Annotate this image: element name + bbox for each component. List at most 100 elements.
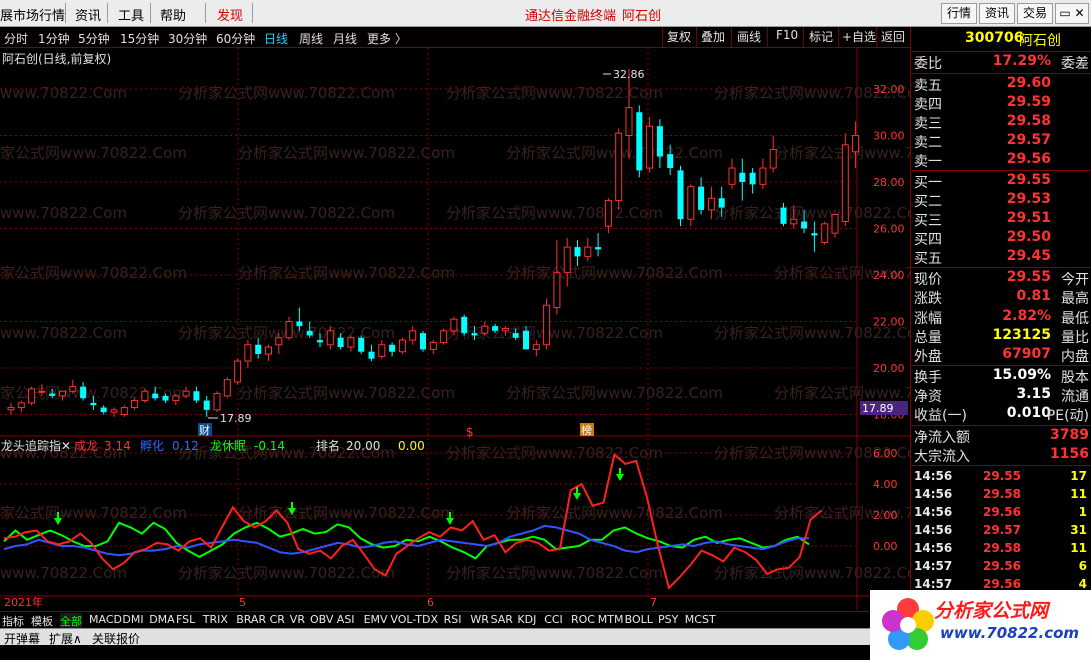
overlay-button[interactable]: 叠加 (701, 28, 725, 45)
bid-label: 买一 (914, 175, 942, 191)
tab-mcst[interactable]: MCST (685, 613, 716, 626)
ask-row: 卖五 29.60 (913, 75, 1091, 94)
candle (698, 177, 705, 215)
mark-button[interactable]: 标记 (809, 28, 833, 45)
period-monthly[interactable]: 月线 (333, 30, 357, 47)
expand-button[interactable]: 扩展∧ (49, 630, 82, 647)
stat-label: 总量 (914, 329, 942, 346)
window-controls[interactable]: ▭ ✕ (1055, 3, 1089, 24)
stat-row: 外盘 67907 内盘 (913, 346, 1091, 365)
menu-discover[interactable]: 发现 (217, 5, 243, 24)
stat-value: 123125 (992, 326, 1051, 343)
kline-chart[interactable]: 分析家公式网www.70822.Com 分析家公式网www.70822.Com 分析… (0, 48, 910, 610)
indicator-sort-icon[interactable]: ✕ (61, 439, 71, 453)
candle (193, 386, 200, 403)
candle (234, 358, 242, 385)
tab-vol-tdx[interactable]: VOL-TDX (390, 613, 438, 626)
tick-row: 14:56 29.57 31 (913, 523, 1091, 541)
bid-value: 29.50 (1006, 229, 1051, 245)
menu-news[interactable]: 资讯 (75, 5, 101, 24)
period-1min[interactable]: 1分钟 (38, 30, 70, 47)
trade-button[interactable]: 交易 (1017, 3, 1053, 24)
price-axis-label: 30.00 (873, 130, 905, 143)
tab-dma[interactable]: DMA (149, 613, 175, 626)
add-watchlist-button[interactable]: +自选 (842, 28, 876, 45)
tab-psy[interactable]: PSY (658, 613, 678, 626)
watermark-text: 分析家公式网www.70822.Com (714, 564, 910, 582)
watermark-text: 分析家公式网www.70822.Com (178, 84, 395, 102)
tab-boll[interactable]: BOLL (625, 613, 653, 626)
stat-right-label: 今开 (1061, 272, 1089, 288)
price-axis-label: 32.00 (873, 83, 905, 96)
candle (69, 379, 77, 394)
tab-kdj[interactable]: KDJ (517, 613, 536, 626)
candle (595, 233, 602, 257)
tab-asi[interactable]: ASI (337, 613, 355, 626)
period-30min[interactable]: 30分钟 (168, 30, 207, 47)
danmu-button[interactable]: 开弹幕 (4, 630, 40, 647)
tab-trix[interactable]: TRIX (203, 613, 228, 626)
tab-emv[interactable]: EMV (364, 613, 388, 626)
indicator-axis-label: 0.00 (873, 540, 898, 553)
period-fenshi[interactable]: 分时 (4, 30, 28, 47)
series-longxiumian-name: 龙休眠 (210, 439, 246, 453)
candle (378, 340, 386, 359)
tab-macd[interactable]: MACD (89, 613, 122, 626)
tab-brar[interactable]: BRAR (236, 613, 266, 626)
period-15min[interactable]: 15分钟 (120, 30, 159, 47)
period-5min[interactable]: 5分钟 (78, 30, 110, 47)
candle (368, 344, 375, 362)
stat2-label: 收益(一) (914, 408, 967, 424)
tab-wr[interactable]: WR (470, 613, 489, 626)
tab-obv[interactable]: OBV (310, 613, 333, 626)
tab-mtm[interactable]: MTM (598, 613, 624, 626)
tab-vr[interactable]: VR (290, 613, 305, 626)
indicator-name: 龙头追踪指 (1, 438, 61, 453)
menu-market[interactable]: 展市场行情 (0, 5, 65, 24)
bid-row: 买四 29.50 (913, 229, 1091, 248)
menu-tools[interactable]: 工具 (118, 5, 144, 24)
stat-value: 0.81 (1016, 288, 1051, 305)
tab-cr[interactable]: CR (270, 613, 285, 626)
bid-row: 买五 29.45 (913, 248, 1091, 267)
tab-roc[interactable]: ROC (571, 613, 595, 626)
candle (553, 240, 561, 315)
tick-volume: 11 (1070, 541, 1087, 555)
flow-value: 1156 (1050, 446, 1089, 462)
candle (7, 402, 15, 415)
period-60min[interactable]: 60分钟 (216, 30, 255, 47)
news-button[interactable]: 资讯 (979, 3, 1015, 24)
flow-label: 大宗流入 (914, 449, 970, 465)
flower-logo-icon (882, 598, 934, 650)
related-quote-button[interactable]: 关联报价 (92, 630, 140, 647)
candle (110, 407, 118, 417)
tab-rsi[interactable]: RSI (444, 613, 462, 626)
candle (759, 158, 767, 189)
watermark-text: 分析家公式网www.70822.Com (774, 384, 910, 402)
tab-sar[interactable]: SAR (491, 613, 513, 626)
watermark-text: 分析家公式网www.70822.Com (0, 84, 127, 102)
tab-模板[interactable]: 模板 (31, 613, 53, 629)
stock-code: 300706 (965, 30, 1024, 46)
stat-row: 涨跌 0.81 最高 (913, 288, 1091, 307)
tick-price: 29.58 (983, 541, 1021, 555)
fuquan-button[interactable]: 复权 (667, 28, 691, 45)
period-daily[interactable]: 日线 (264, 30, 288, 47)
candle (223, 377, 231, 399)
quote-button[interactable]: 行情 (941, 3, 977, 24)
tab-fsl[interactable]: FSL (176, 613, 195, 626)
tab-指标[interactable]: 指标 (2, 613, 24, 629)
f10-button[interactable]: F10 (776, 28, 798, 42)
period-weekly[interactable]: 周线 (299, 30, 323, 47)
webi-row: 委比 17.29% 委差 (914, 53, 1089, 72)
period-more[interactable]: 更多 〉 (367, 30, 407, 47)
tab-全部[interactable]: 全部 (60, 613, 82, 629)
dollar-marker[interactable]: $ (466, 425, 474, 439)
tab-dmi[interactable]: DMI (122, 613, 143, 626)
series-longxiumian-value: -0.14 (254, 439, 285, 453)
back-button[interactable]: 返回 (881, 28, 905, 45)
menu-help[interactable]: 帮助 (160, 5, 186, 24)
draw-line-button[interactable]: 画线 (737, 28, 761, 45)
tick-time: 14:57 (914, 577, 953, 591)
tab-cci[interactable]: CCI (544, 613, 563, 626)
